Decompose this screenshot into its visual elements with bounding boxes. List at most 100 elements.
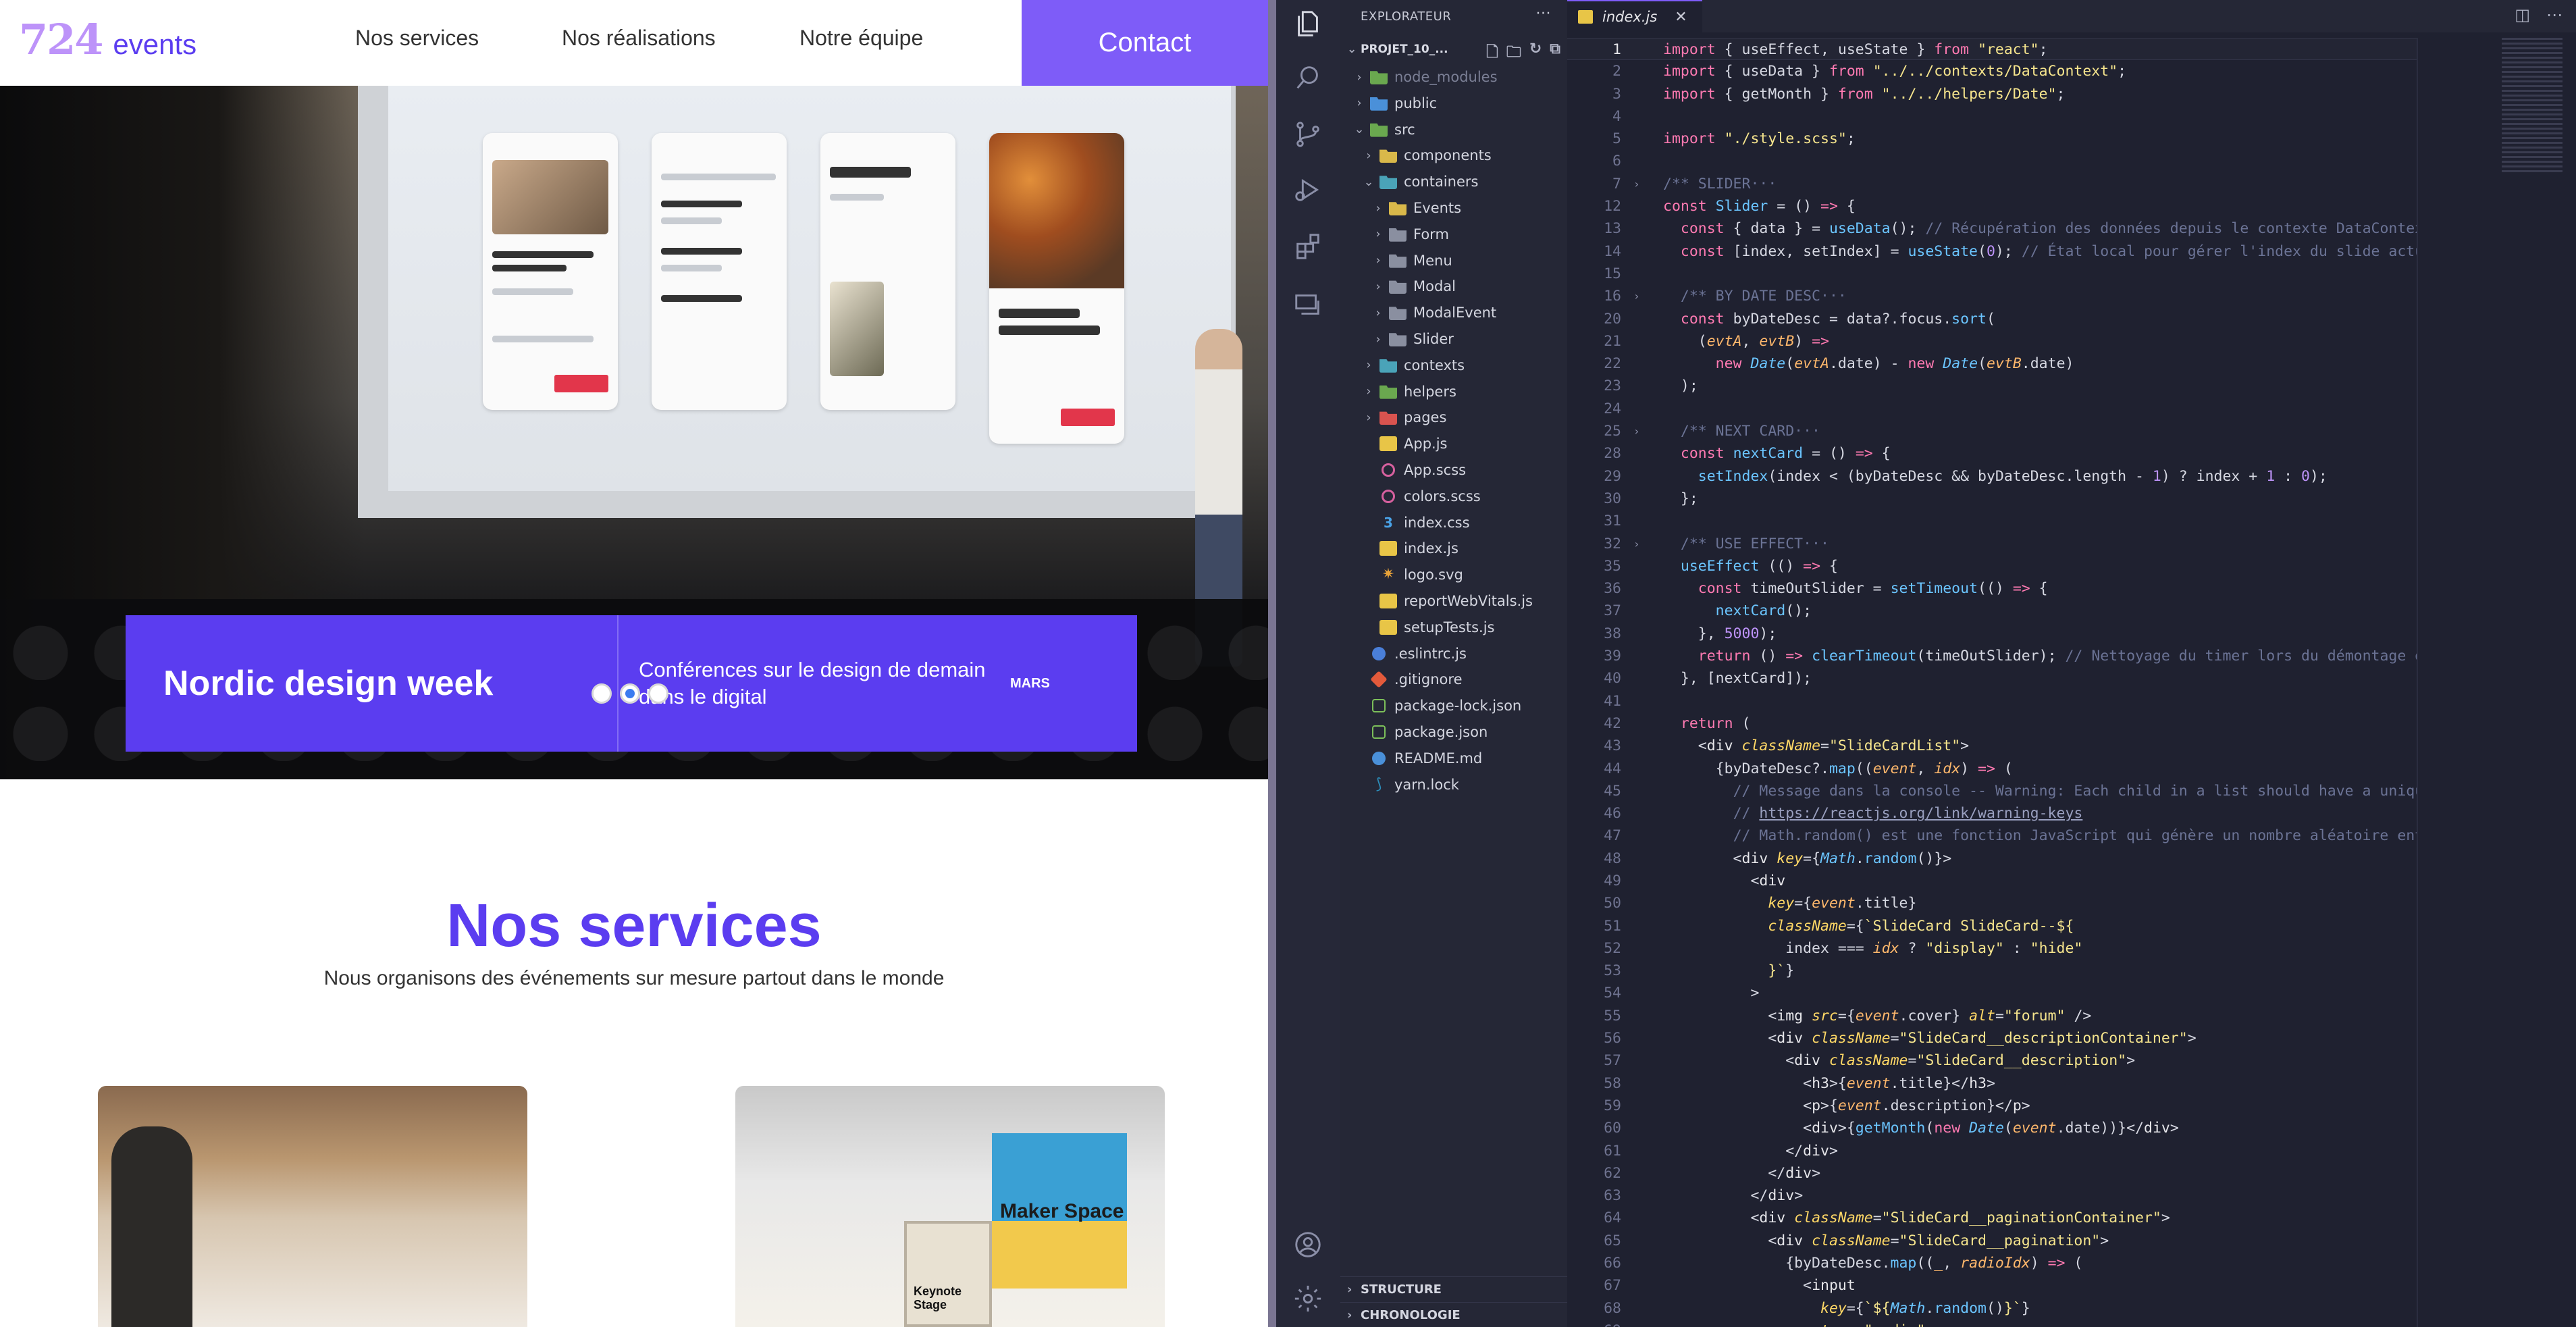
tree-item[interactable]: setupTests.js [1340, 615, 1567, 640]
code-line[interactable]: 21 (evtA, evtB) => [1567, 330, 2418, 353]
code-line[interactable]: 13 const { data } = useData(); // Récupé… [1567, 217, 2418, 240]
code-line[interactable]: 15 [1567, 263, 2418, 285]
code-line[interactable]: 36 const timeOutSlider = setTimeout(() =… [1567, 577, 2418, 600]
site-logo[interactable]: 724 events [19, 15, 196, 70]
code-line[interactable]: 62 </div> [1567, 1162, 2418, 1185]
nav-link-realisations[interactable]: Nos réalisations [562, 26, 716, 51]
tree-item[interactable]: ⌄ src [1340, 117, 1567, 142]
code-line[interactable]: 54 > [1567, 982, 2418, 1004]
section-structure[interactable]: › STRUCTURE [1340, 1276, 1567, 1302]
tree-item[interactable]: App.scss [1340, 457, 1567, 483]
code-line[interactable]: 42 return ( [1567, 712, 2418, 735]
tree-item[interactable]: .eslintrc.js [1340, 641, 1567, 667]
code-line[interactable]: 50 key={event.title} [1567, 892, 2418, 914]
tree-item[interactable]: package.json [1340, 719, 1567, 745]
code-line[interactable]: 22 new Date(evtA.date) - new Date(evtB.d… [1567, 353, 2418, 375]
code-line[interactable]: 65 <div className="SlideCard__pagination… [1567, 1230, 2418, 1252]
code-line[interactable]: 29 setIndex(index < (byDateDesc && byDat… [1567, 465, 2418, 488]
run-debug-icon[interactable] [1292, 174, 1323, 205]
code-line[interactable]: 39 return () => clearTimeout(timeOutSlid… [1567, 645, 2418, 667]
code-line[interactable]: 46 // https://reactjs.org/link/warning-k… [1567, 802, 2418, 825]
tree-item[interactable]: › ModalEvent [1340, 300, 1567, 326]
nav-link-services[interactable]: Nos services [355, 26, 479, 51]
code-line[interactable]: 49 <div [1567, 870, 2418, 892]
tree-item[interactable]: 3 index.css [1340, 510, 1567, 536]
fold-chevron-icon[interactable]: › [1633, 420, 1640, 442]
tree-item[interactable]: ⌄ containers [1340, 169, 1567, 194]
code-line[interactable]: 5 import "./style.scss"; [1567, 128, 2418, 150]
contact-button[interactable]: Contact [1022, 0, 1268, 86]
tree-item[interactable]: index.js [1340, 536, 1567, 561]
account-icon[interactable] [1292, 1229, 1323, 1260]
code-line[interactable]: 12 const Slider = () => { [1567, 195, 2418, 217]
code-view[interactable]: 1 import { useEffect, useState } from "re… [1567, 38, 2418, 1327]
code-line[interactable]: 35 useEffect (() => { [1567, 555, 2418, 577]
fold-chevron-icon[interactable]: › [1633, 173, 1640, 195]
fold-chevron-icon[interactable]: › [1633, 533, 1640, 555]
code-line[interactable]: 52 index === idx ? "display" : "hide" [1567, 937, 2418, 960]
code-line[interactable]: 16 › /** BY DATE DESC··· [1567, 285, 2418, 307]
code-line[interactable]: 30 }; [1567, 488, 2418, 510]
tree-item[interactable]: ✷ logo.svg [1340, 562, 1567, 588]
tree-item[interactable]: colors.scss [1340, 484, 1567, 509]
fold-chevron-icon[interactable]: › [1633, 285, 1640, 307]
code-line[interactable]: 20 const byDateDesc = data?.focus.sort( [1567, 308, 2418, 330]
tree-item[interactable]: › pages [1340, 405, 1567, 430]
editor-tab[interactable]: index.js ✕ [1567, 0, 1702, 32]
code-line[interactable]: 1 import { useEffect, useState } from "re… [1567, 38, 2418, 61]
search-icon[interactable] [1292, 62, 1323, 93]
code-line[interactable]: 24 [1567, 398, 2418, 420]
tree-item[interactable]: › Menu [1340, 248, 1567, 274]
code-line[interactable]: 57 <div className="SlideCard__descriptio… [1567, 1049, 2418, 1072]
code-line[interactable]: 44 {byDateDesc?.map((event, idx) => ( [1567, 758, 2418, 780]
explorer-more-icon[interactable]: ··· [1536, 5, 1551, 22]
code-line[interactable]: 14 const [index, setIndex] = useState(0)… [1567, 240, 2418, 263]
code-line[interactable]: 40 }, [nextCard]); [1567, 667, 2418, 689]
code-line[interactable]: 58 <h3>{event.title}</h3> [1567, 1072, 2418, 1095]
code-line[interactable]: 43 <div className="SlideCardList"> [1567, 735, 2418, 757]
code-line[interactable]: 69 type="radio" [1567, 1320, 2418, 1327]
code-line[interactable]: 28 const nextCard = () => { [1567, 442, 2418, 465]
slider-radio-active[interactable] [620, 683, 640, 704]
code-line[interactable]: 45 // Message dans la console -- Warning… [1567, 780, 2418, 802]
close-icon[interactable]: ✕ [1675, 9, 1687, 26]
window-divider[interactable] [1268, 0, 1276, 1327]
code-line[interactable]: 61 </div> [1567, 1140, 2418, 1162]
code-line[interactable]: 32 › /** USE EFFECT··· [1567, 533, 2418, 555]
collapse-all-icon[interactable]: ⧉ [1550, 41, 1560, 66]
new-folder-icon[interactable]: 🗀 [1506, 41, 1521, 66]
tree-item[interactable]: › Form [1340, 222, 1567, 247]
tree-item[interactable]: › components [1340, 142, 1567, 168]
code-line[interactable]: 37 nextCard(); [1567, 600, 2418, 622]
project-root[interactable]: ⌄ PROJET_10_... 🗋 🗀 ↻ ⧉ [1340, 39, 1567, 61]
source-control-icon[interactable] [1292, 119, 1323, 150]
tree-item[interactable]: package-lock.json [1340, 693, 1567, 719]
tree-item[interactable]: › public [1340, 90, 1567, 116]
tree-item[interactable]: › Modal [1340, 274, 1567, 299]
code-line[interactable]: 23 ); [1567, 375, 2418, 397]
tree-item[interactable]: reportWebVitals.js [1340, 588, 1567, 614]
code-line[interactable]: 7 › /** SLIDER··· [1567, 173, 2418, 195]
code-line[interactable]: 38 }, 5000); [1567, 623, 2418, 645]
code-line[interactable]: 2 import { useData } from "../../contexts… [1567, 60, 2418, 82]
section-timeline[interactable]: › CHRONOLOGIE [1340, 1302, 1567, 1327]
code-line[interactable]: 60 <div>{getMonth(new Date(event.date))}… [1567, 1117, 2418, 1139]
tree-item[interactable]: › helpers [1340, 379, 1567, 405]
tree-item[interactable]: › Slider [1340, 326, 1567, 352]
slider-radio[interactable] [648, 683, 668, 704]
code-line[interactable]: 55 <img src={event.cover} alt="forum" /> [1567, 1005, 2418, 1027]
remote-explorer-icon[interactable] [1292, 289, 1323, 320]
code-line[interactable]: 25 › /** NEXT CARD··· [1567, 420, 2418, 442]
code-line[interactable]: 47 // Math.random() est une fonction Jav… [1567, 825, 2418, 847]
code-line[interactable]: 41 [1567, 690, 2418, 712]
split-editor-icon[interactable]: ◫ [2515, 5, 2530, 24]
code-line[interactable]: 56 <div className="SlideCard__descriptio… [1567, 1027, 2418, 1049]
code-line[interactable]: 68 key={`${Math.random()}`} [1567, 1297, 2418, 1320]
settings-gear-icon[interactable] [1292, 1283, 1323, 1314]
code-line[interactable]: 48 <div key={Math.random()}> [1567, 848, 2418, 870]
extensions-icon[interactable] [1292, 231, 1323, 262]
tree-item[interactable]: ⟆ yarn.lock [1340, 772, 1567, 798]
code-line[interactable]: 63 </div> [1567, 1185, 2418, 1207]
tree-item[interactable]: › contexts [1340, 353, 1567, 378]
code-line[interactable]: 6 [1567, 150, 2418, 172]
